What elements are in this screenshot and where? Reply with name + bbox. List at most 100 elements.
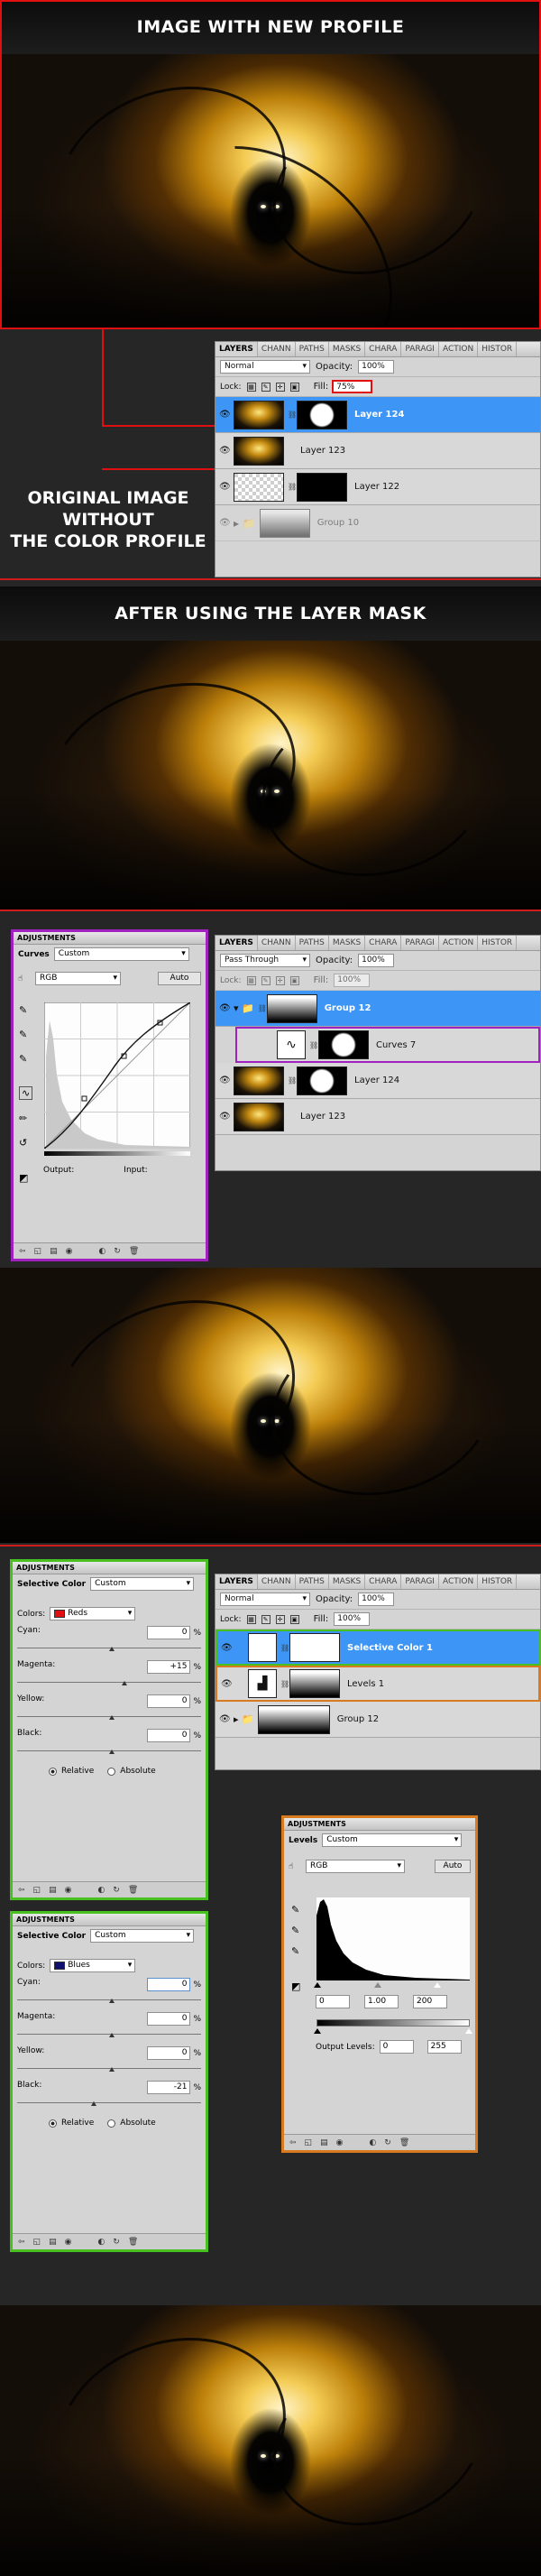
yellow-field[interactable]: 0	[147, 2046, 191, 2060]
relative-radio[interactable]	[49, 1767, 57, 1776]
input-white-field[interactable]: 200	[413, 1995, 447, 2008]
black-slider-knob[interactable]	[109, 1750, 115, 1754]
eyedropper-icon[interactable]: ✎	[19, 1004, 32, 1016]
layer-mask-thumbnail[interactable]	[297, 472, 347, 502]
back-icon[interactable]: ⇦	[18, 1886, 25, 1895]
tab-character[interactable]: CHARA	[365, 342, 402, 356]
yellow-field[interactable]: 0	[147, 1694, 191, 1708]
tab-character[interactable]: CHARA	[365, 1574, 402, 1589]
blend-mode-select[interactable]: Normal	[220, 1593, 310, 1606]
yellow-slider-knob[interactable]	[109, 1715, 115, 1720]
colors-select[interactable]: Blues	[50, 1959, 136, 1972]
yellow-slider[interactable]	[17, 1708, 201, 1720]
lock-icon[interactable]: ▣	[289, 382, 299, 392]
auto-button[interactable]: Auto	[158, 972, 201, 985]
trash-icon[interactable]: 🗑	[128, 1886, 138, 1895]
tab-masks[interactable]: MASKS	[329, 1574, 366, 1589]
clipping-warning-icon[interactable]: ◩	[291, 1980, 300, 1992]
clip-icon[interactable]: ▤	[320, 2138, 328, 2147]
layer-mask-thumbnail[interactable]	[266, 993, 317, 1023]
layer-row-group-10[interactable]: 👁 ▸ 📁 Group 10	[215, 505, 540, 541]
magenta-slider[interactable]	[17, 1674, 201, 1685]
magenta-field[interactable]: +15	[147, 1660, 191, 1674]
eyedropper-icon[interactable]: ✎	[19, 1029, 32, 1040]
tab-channels[interactable]: CHANN	[258, 1574, 296, 1589]
eye-icon[interactable]: 👁	[219, 446, 231, 456]
view-previous-icon[interactable]: ◐	[98, 1247, 105, 1256]
tab-channels[interactable]: CHANN	[258, 342, 296, 356]
reset-icon[interactable]: ↻	[113, 2238, 120, 2247]
expand-icon[interactable]: ◱	[305, 2138, 313, 2147]
preset-select[interactable]: Custom	[90, 1929, 195, 1943]
trash-icon[interactable]: 🗑	[129, 1247, 139, 1256]
magenta-field[interactable]: 0	[147, 2012, 191, 2026]
back-icon[interactable]: ⇦	[289, 2138, 297, 2147]
channel-select[interactable]: RGB	[35, 972, 121, 985]
cyan-slider-knob[interactable]	[109, 1999, 115, 2003]
cyan-slider-knob[interactable]	[109, 1647, 115, 1651]
black-slider[interactable]	[17, 2094, 201, 2106]
curve-edit-icon[interactable]: ∿	[19, 1086, 33, 1100]
chain-icon[interactable]: ⛓	[288, 483, 297, 491]
expand-icon[interactable]: ◱	[33, 1886, 41, 1895]
tab-layers[interactable]: LAYERS	[215, 1574, 258, 1589]
eyedropper-icon[interactable]: ✎	[291, 1925, 300, 1936]
tab-paths[interactable]: PATHS	[296, 1574, 329, 1589]
cyan-slider[interactable]	[17, 1639, 201, 1651]
clipping-warning-icon[interactable]: ◩	[19, 1172, 32, 1184]
output-white-knob[interactable]	[465, 2028, 472, 2034]
layer-row-layer-122[interactable]: 👁 ⛓ Layer 122	[215, 469, 540, 505]
relative-radio[interactable]	[49, 2119, 57, 2128]
magenta-slider[interactable]	[17, 2026, 201, 2037]
layer-mask-thumbnail[interactable]	[289, 1669, 340, 1698]
lock-icon[interactable]: ▣	[289, 1614, 299, 1624]
eye-icon[interactable]: 👁	[219, 1076, 231, 1085]
trash-icon[interactable]: 🗑	[399, 2138, 409, 2147]
eye-icon[interactable]: 👁	[219, 1003, 231, 1013]
trash-icon[interactable]: 🗑	[128, 2238, 138, 2247]
blend-mode-select[interactable]: Pass Through	[220, 954, 310, 967]
input-levels-track[interactable]	[314, 1982, 470, 1988]
black-field[interactable]: -21	[147, 2081, 191, 2094]
colors-select[interactable]: Reds	[50, 1607, 136, 1620]
view-previous-icon[interactable]: ◐	[97, 2238, 105, 2247]
eyedropper-icon[interactable]: ✎	[19, 1053, 32, 1065]
eye-icon[interactable]: 👁	[219, 518, 231, 528]
visibility-icon[interactable]: ◉	[65, 2238, 72, 2247]
tab-history[interactable]: HISTOR	[478, 1574, 518, 1589]
black-slider[interactable]	[17, 1742, 201, 1754]
absolute-radio[interactable]	[107, 2119, 116, 2128]
lock-transparent-icon[interactable]: ▦	[246, 1614, 256, 1624]
yellow-slider-knob[interactable]	[109, 2067, 115, 2072]
eye-icon[interactable]: 👁	[219, 482, 231, 492]
output-black-knob[interactable]	[314, 2028, 321, 2034]
lock-transparent-icon[interactable]: ▦	[246, 382, 256, 392]
tab-paragraph[interactable]: PARAGI	[401, 342, 439, 356]
layer-mask-thumbnail[interactable]	[259, 508, 310, 538]
opacity-field[interactable]: 100%	[358, 1593, 395, 1606]
layer-mask-thumbnail[interactable]	[289, 1633, 340, 1662]
layer-row-levels-1[interactable]: 👁 ▟ ⛓ Levels 1	[215, 1666, 540, 1702]
auto-button[interactable]: Auto	[435, 1860, 471, 1873]
chain-icon[interactable]: ⛓	[309, 1041, 318, 1049]
black-field[interactable]: 0	[147, 1729, 191, 1742]
eye-icon[interactable]: 👁	[219, 1714, 231, 1724]
hand-tool-icon[interactable]: ☝	[18, 974, 31, 983]
pencil-icon[interactable]: ✏	[19, 1113, 32, 1124]
tab-actions[interactable]: ACTION	[439, 1574, 479, 1589]
tab-paragraph[interactable]: PARAGI	[401, 936, 439, 950]
tab-layers[interactable]: LAYERS	[215, 342, 258, 356]
chain-icon[interactable]: ⛓	[288, 1076, 297, 1085]
lock-move-icon[interactable]: ✛	[275, 975, 285, 985]
visibility-icon[interactable]: ◉	[65, 1886, 72, 1895]
curves-graph[interactable]	[44, 1002, 190, 1149]
reset-icon[interactable]: ↻	[384, 2138, 391, 2147]
magenta-slider-knob[interactable]	[122, 1681, 128, 1685]
expand-icon[interactable]: ◱	[33, 2238, 41, 2247]
channel-select[interactable]: RGB	[306, 1860, 405, 1873]
opacity-field[interactable]: 100%	[358, 954, 395, 967]
magenta-slider-knob[interactable]	[109, 2033, 115, 2037]
yellow-slider[interactable]	[17, 2060, 201, 2072]
eyedropper-icon[interactable]: ✎	[291, 1945, 300, 1957]
lock-transparent-icon[interactable]: ▦	[246, 975, 256, 985]
